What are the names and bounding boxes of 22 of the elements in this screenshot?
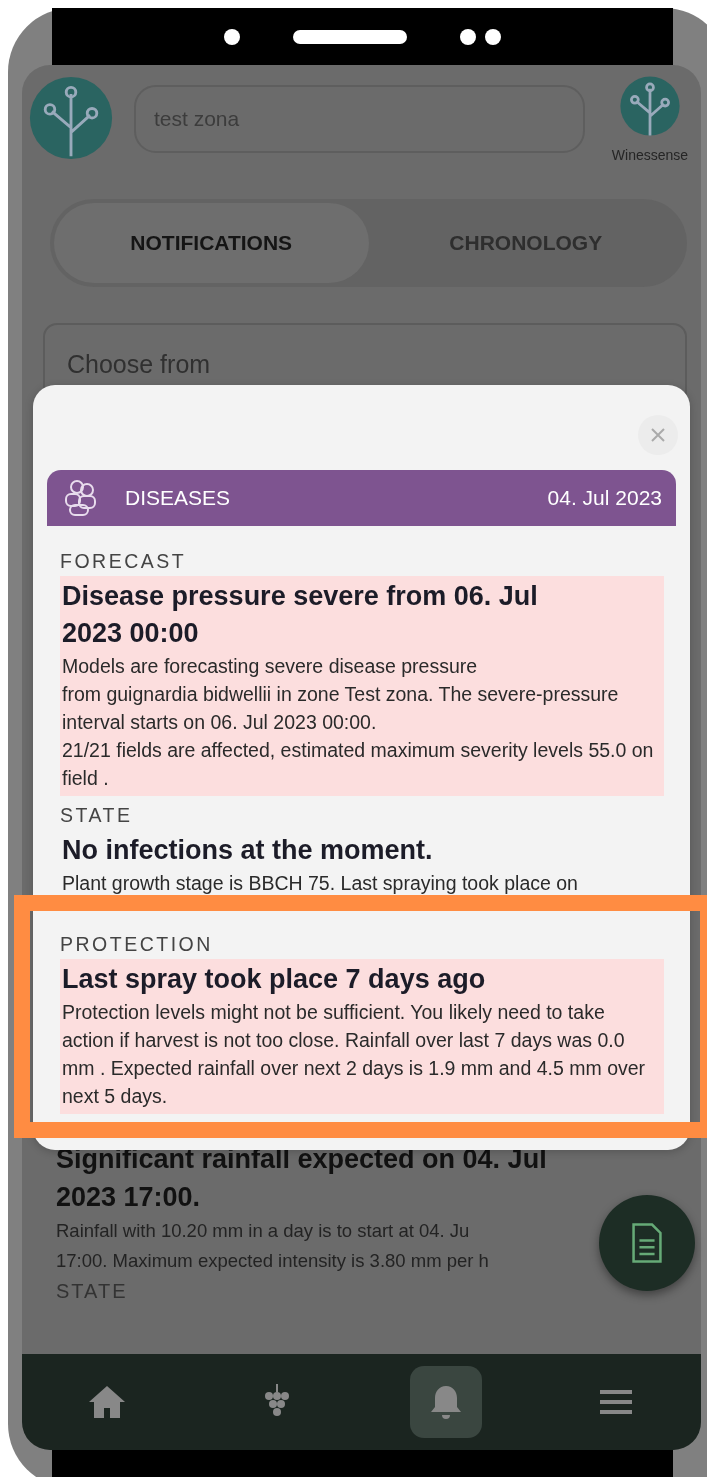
section-label: STATE [56,1279,129,1304]
choose-input[interactable]: Choose from [65,349,665,380]
section-label: PROTECTION [60,932,214,957]
section-text: Plant growth stage is BBCH 75. Last spraying took place on [61,871,579,896]
section-label: STATE [60,803,134,828]
section-label: FORECAST [60,549,188,574]
section-title: Disease pressure severe from 06. Jul 2023 00:00 [60,576,664,652]
report-button[interactable] [599,1195,695,1291]
notification-date: 04. Jul 2023 [547,486,662,510]
tree-logo-icon[interactable] [619,75,681,137]
notification-text: Rainfall with 10.20 mm in a day is to start at 04. Ju [56,1219,470,1243]
section-title: Last spray took place 7 days ago [60,959,664,998]
tree-logo-icon[interactable] [28,75,114,161]
section-text: Protection levels might not be sufficient. You likely need to take action if harvest is not too close. Rainfall over last 7 days was 0.0 mm . Expected rainfall over next 2 days is 1.9 mm and 4.5 mm over next 5 days. [60,998,664,1114]
section-text: Models are forecasting severe disease pressure from guignardia bidwellii in zone Test zona. The severe-pressure interval starts on 06. Jul 2023 00:00. 21/21 fields are affected, estimated maximum severity levels 55.0 on field . [60,652,664,796]
notification-text: 17:00. Maximum expected intensity is 3.80 mm per h [56,1249,489,1273]
tab[interactable]: NOTIFICATIONS [54,203,369,283]
brand-name: Winessense [611,147,689,163]
category-label: DISEASES [125,486,232,510]
document-icon [630,1222,664,1264]
nav-item[interactable] [410,1366,483,1438]
section-title: No infections at the moment. [61,834,434,867]
